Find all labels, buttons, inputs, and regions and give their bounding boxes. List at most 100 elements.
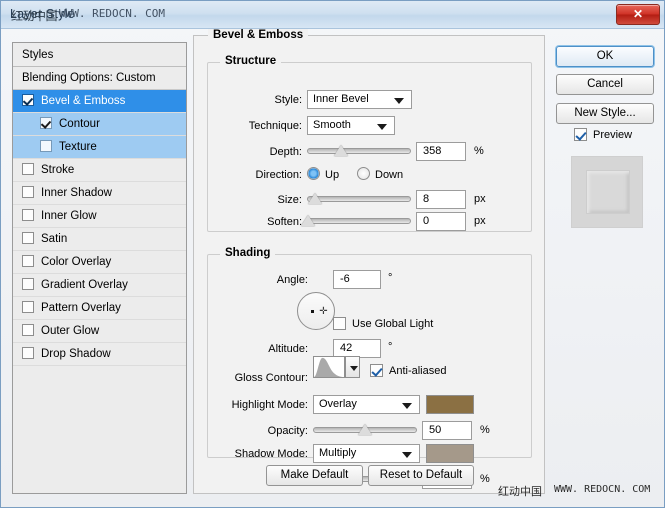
gloss-contour-curve-icon xyxy=(314,357,344,377)
sidebar-item-inner-shadow[interactable]: Inner Shadow xyxy=(13,182,186,205)
sidebar-item-blending-options[interactable]: Blending Options: Custom xyxy=(13,67,186,90)
gradient-overlay-checkbox[interactable] xyxy=(22,278,34,290)
sidebar-item-bevel-emboss[interactable]: Bevel & Emboss xyxy=(13,90,186,113)
drop-shadow-checkbox[interactable] xyxy=(22,347,34,359)
styles-panel-header: Styles xyxy=(13,43,186,67)
anti-aliased-checkbox[interactable] xyxy=(370,364,383,377)
size-slider[interactable] xyxy=(307,190,411,206)
depth-slider-thumb[interactable] xyxy=(334,145,349,156)
preview-label[interactable]: Preview xyxy=(593,129,632,141)
technique-label: Technique: xyxy=(248,120,302,132)
depth-slider[interactable] xyxy=(307,142,411,158)
new-style-button[interactable]: New Style... xyxy=(556,103,654,124)
shadow-mode-select[interactable]: Multiply xyxy=(313,444,420,463)
direction-down-label[interactable]: Down xyxy=(375,169,403,181)
direction-up-label[interactable]: Up xyxy=(325,169,339,181)
gloss-contour-preview[interactable] xyxy=(313,356,345,378)
close-icon[interactable]: ✕ xyxy=(616,4,660,25)
style-value: Inner Bevel xyxy=(313,93,369,105)
highlight-mode-select[interactable]: Overlay xyxy=(313,395,420,414)
soften-slider[interactable] xyxy=(301,212,411,228)
title-watermark-cn: 红动中国 xyxy=(11,9,58,23)
highlight-opacity-thumb[interactable] xyxy=(358,424,372,435)
soften-unit: px xyxy=(474,215,486,227)
inner-shadow-checkbox[interactable] xyxy=(22,186,34,198)
color-overlay-checkbox[interactable] xyxy=(22,255,34,267)
preview-checkbox[interactable] xyxy=(574,128,587,141)
shadow-mode-value: Multiply xyxy=(319,447,357,459)
sidebar-item-contour[interactable]: Contour xyxy=(13,113,186,136)
highlight-opacity-slider[interactable] xyxy=(313,421,417,437)
sidebar-item-satin[interactable]: Satin xyxy=(13,228,186,251)
soften-slider-thumb[interactable] xyxy=(301,215,316,226)
shadow-opacity-unit: % xyxy=(480,473,490,485)
highlight-opacity-label: Opacity: xyxy=(267,425,308,437)
anti-aliased-label[interactable]: Anti-aliased xyxy=(389,365,446,377)
direction-down-radio[interactable] xyxy=(357,167,370,180)
shadow-color-swatch[interactable] xyxy=(426,444,474,463)
highlight-opacity-unit: % xyxy=(480,424,490,436)
direction-up-radio[interactable] xyxy=(307,167,320,180)
size-slider-track xyxy=(307,196,411,202)
contour-checkbox[interactable] xyxy=(40,117,52,129)
inner-glow-checkbox[interactable] xyxy=(22,209,34,221)
altitude-label: Altitude: xyxy=(268,343,308,355)
style-label: Style: xyxy=(274,94,302,106)
reset-to-default-button[interactable]: Reset to Default xyxy=(368,465,474,486)
highlight-color-swatch[interactable] xyxy=(426,395,474,414)
sidebar-item-label: Bevel & Emboss xyxy=(41,95,126,107)
panel-title: Bevel & Emboss xyxy=(208,29,309,41)
sidebar-item-color-overlay[interactable]: Color Overlay xyxy=(13,251,186,274)
angle-dial[interactable]: ✛ xyxy=(297,292,335,330)
style-select[interactable]: Inner Bevel xyxy=(307,90,412,109)
sidebar-item-label: Inner Glow xyxy=(41,210,97,222)
sidebar-item-texture[interactable]: Texture xyxy=(13,136,186,159)
footer-watermark-url: WWW. REDOCN. COM xyxy=(554,484,651,495)
sidebar-item-gradient-overlay[interactable]: Gradient Overlay xyxy=(13,274,186,297)
angle-input[interactable]: -6 xyxy=(333,270,381,289)
bevel-emboss-checkbox[interactable] xyxy=(22,94,34,106)
cancel-button[interactable]: Cancel xyxy=(556,74,654,95)
sidebar-item-inner-glow[interactable]: Inner Glow xyxy=(13,205,186,228)
depth-slider-track xyxy=(307,148,411,154)
size-slider-thumb[interactable] xyxy=(308,193,323,204)
bevel-emboss-panel: Bevel & Emboss Structure Style: Inner Be… xyxy=(193,29,545,494)
chevron-down-icon xyxy=(402,452,412,458)
sidebar-item-drop-shadow[interactable]: Drop Shadow xyxy=(13,343,186,366)
title-watermark-url: WWW. REDOCN. COM xyxy=(59,7,165,20)
soften-slider-track xyxy=(307,218,411,224)
sidebar-item-label: Stroke xyxy=(41,164,75,176)
chevron-down-icon xyxy=(402,403,412,409)
make-default-button[interactable]: Make Default xyxy=(266,465,363,486)
size-input[interactable]: 8 xyxy=(416,190,466,209)
stroke-checkbox[interactable] xyxy=(22,163,34,175)
use-global-light-checkbox[interactable] xyxy=(333,317,346,330)
outer-glow-checkbox[interactable] xyxy=(22,324,34,336)
angle-handle-icon[interactable]: ✛ xyxy=(319,307,328,317)
ok-button[interactable]: OK xyxy=(556,46,654,67)
use-global-light-label[interactable]: Use Global Light xyxy=(352,318,433,330)
shading-title: Shading xyxy=(220,247,276,259)
footer-watermark-cn: 红动中国 xyxy=(498,486,542,498)
size-unit: px xyxy=(474,193,486,205)
size-label: Size: xyxy=(277,194,302,206)
sidebar-item-label: Drop Shadow xyxy=(41,348,111,360)
soften-label: Soften: xyxy=(267,216,302,228)
sidebar-item-label: Outer Glow xyxy=(41,325,100,337)
sidebar-item-stroke[interactable]: Stroke xyxy=(13,159,186,182)
pattern-overlay-checkbox[interactable] xyxy=(22,301,34,313)
depth-input[interactable]: 358 xyxy=(416,142,466,161)
sidebar-item-outer-glow[interactable]: Outer Glow xyxy=(13,320,186,343)
sidebar-item-pattern-overlay[interactable]: Pattern Overlay xyxy=(13,297,186,320)
styles-panel: Styles Blending Options: Custom Bevel & … xyxy=(12,42,187,494)
structure-title: Structure xyxy=(220,55,282,67)
technique-select[interactable]: Smooth xyxy=(307,116,395,135)
angle-label: Angle: xyxy=(276,274,308,286)
satin-checkbox[interactable] xyxy=(22,232,34,244)
gloss-contour-dropdown[interactable] xyxy=(345,356,360,378)
texture-checkbox[interactable] xyxy=(40,140,52,152)
sidebar-item-label: Pattern Overlay xyxy=(41,302,121,314)
chevron-down-icon xyxy=(350,366,358,371)
soften-input[interactable]: 0 xyxy=(416,212,466,231)
highlight-opacity-input[interactable]: 50 xyxy=(422,421,472,440)
